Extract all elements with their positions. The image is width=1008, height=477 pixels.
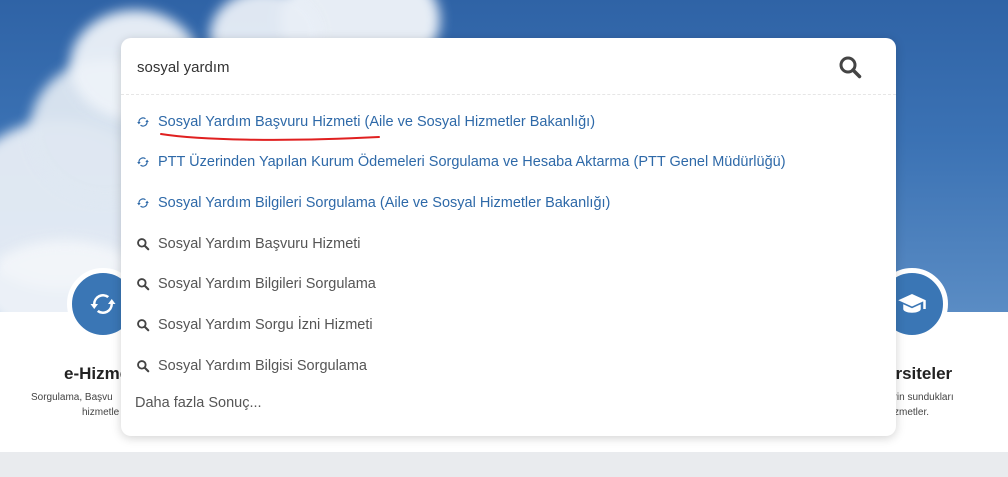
universities-desc-2: zmetler.: [894, 407, 930, 418]
suggestion-label: Sosyal Yardım Bilgileri Sorgulama: [158, 276, 376, 292]
e-services-title: e-Hizme: [64, 364, 130, 383]
search-panel: Sosyal Yardım Başvuru Hizmeti (Aile ve S…: [121, 38, 896, 436]
suggestion-query-4[interactable]: Sosyal Yardım Bilgisi Sorgulama: [135, 351, 367, 381]
graduation-cap-icon: [898, 294, 926, 313]
universities-desc-1: erin sundukları: [888, 392, 954, 403]
search-bar: [121, 38, 896, 95]
search-icon: [135, 276, 151, 292]
refresh-icon: [90, 294, 116, 314]
suggestion-service-3[interactable]: Sosyal Yardım Bilgileri Sorgulama (Aile …: [135, 188, 610, 218]
suggestion-query-1[interactable]: Sosyal Yardım Başvuru Hizmeti: [135, 229, 361, 259]
red-underline-annotation: [160, 133, 380, 141]
refresh-icon: [135, 114, 151, 130]
search-icon: [135, 317, 151, 333]
suggestion-query-2[interactable]: Sosyal Yardım Bilgileri Sorgulama: [135, 269, 376, 299]
suggestion-label: Sosyal Yardım Başvuru Hizmeti: [158, 236, 361, 252]
footer-band: [0, 452, 1008, 477]
search-button[interactable]: [833, 50, 867, 84]
suggestion-label: Sosyal Yardım Bilgisi Sorgulama: [158, 358, 367, 374]
more-results-link[interactable]: Daha fazla Sonuç...: [135, 395, 262, 411]
search-icon: [839, 56, 862, 79]
suggestion-label: Sosyal Yardım Sorgu İzni Hizmeti: [158, 317, 373, 333]
suggestion-label: Sosyal Yardım Başvuru Hizmeti (Aile ve S…: [158, 114, 596, 130]
suggestion-service-2[interactable]: PTT Üzerinden Yapılan Kurum Ödemeleri So…: [135, 147, 786, 177]
e-services-desc-2: hizmetle: [82, 407, 120, 418]
suggestion-query-3[interactable]: Sosyal Yardım Sorgu İzni Hizmeti: [135, 310, 373, 340]
suggestion-label: PTT Üzerinden Yapılan Kurum Ödemeleri So…: [158, 154, 786, 170]
search-icon: [135, 358, 151, 374]
search-input[interactable]: [135, 54, 819, 80]
e-services-desc-1: Sorgulama, Başvu: [31, 392, 113, 403]
suggestion-label: Sosyal Yardım Bilgileri Sorgulama (Aile …: [158, 195, 611, 211]
refresh-icon: [135, 195, 151, 211]
refresh-icon: [135, 154, 151, 170]
search-icon: [135, 236, 151, 252]
